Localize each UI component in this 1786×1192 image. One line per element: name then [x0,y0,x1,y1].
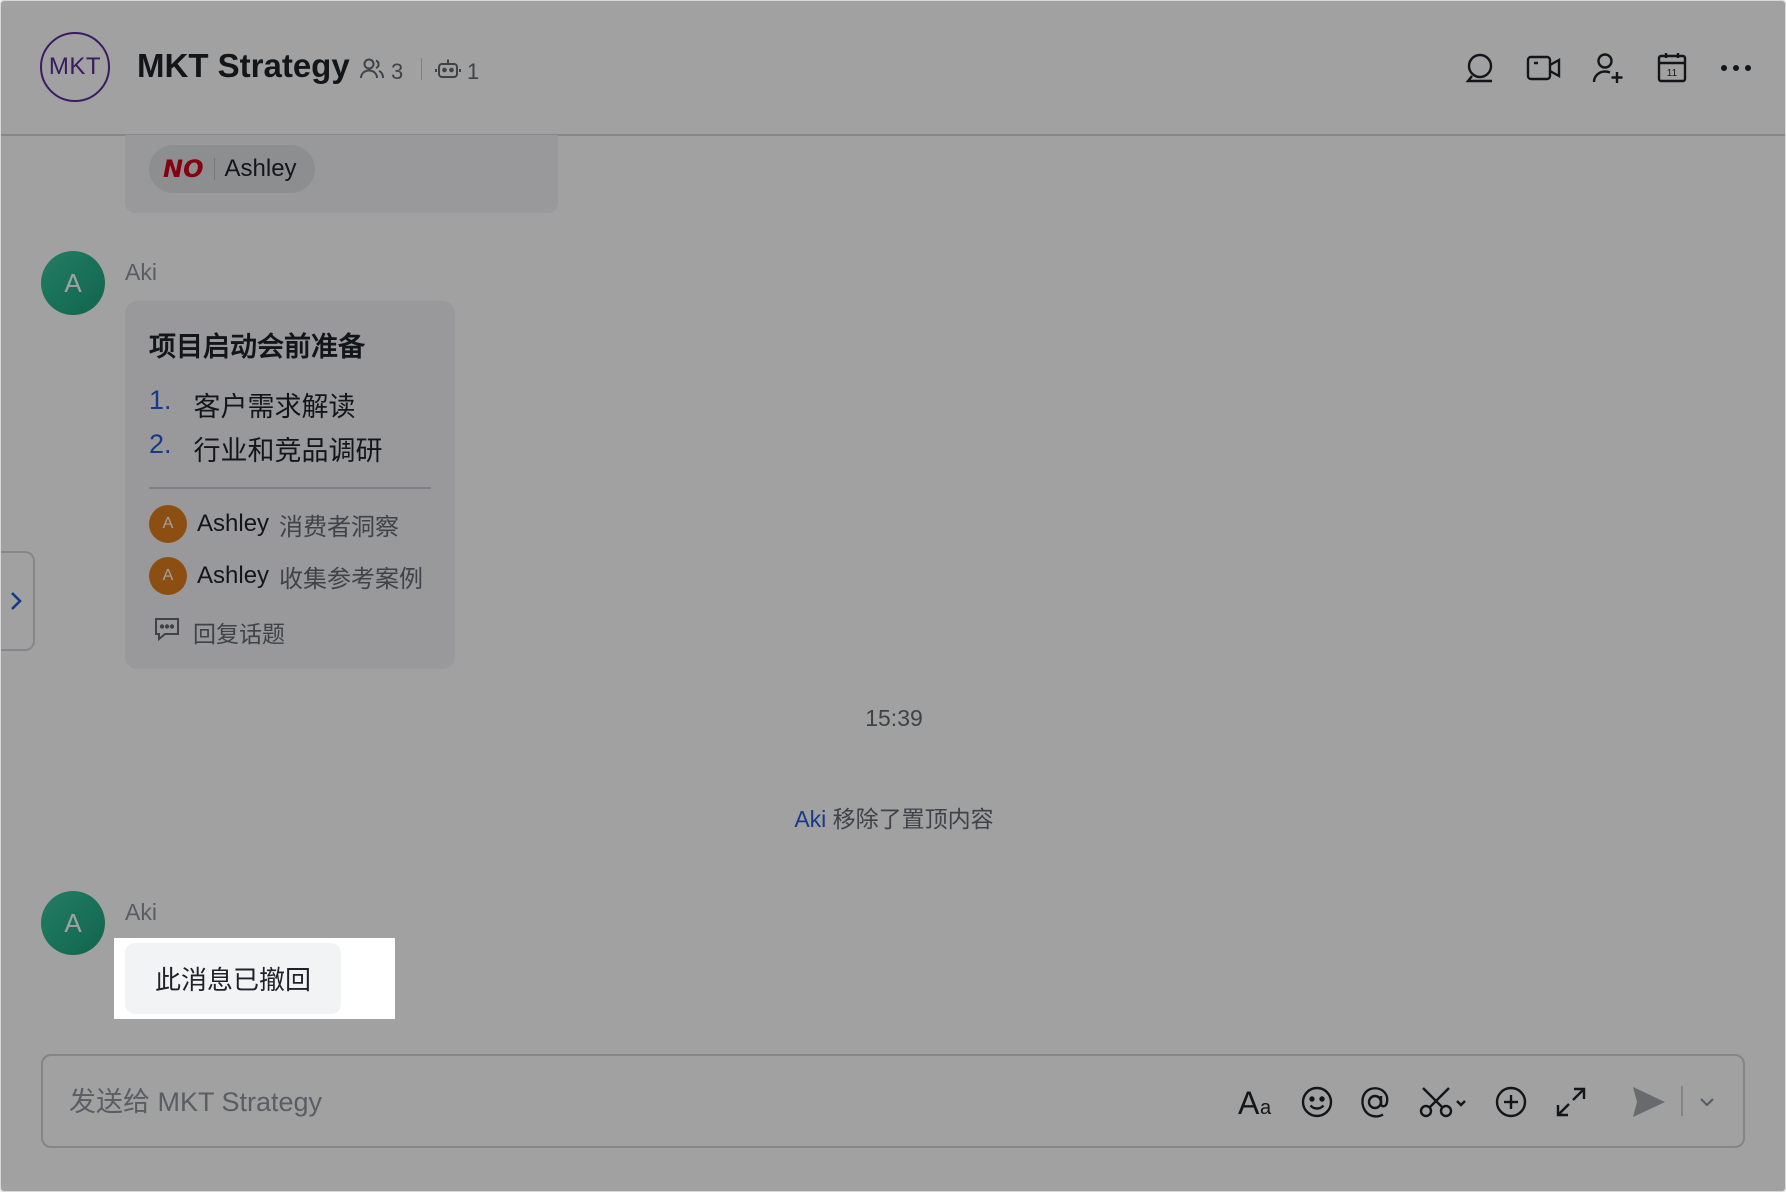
add-icon[interactable] [1491,1082,1531,1122]
list-item: 2. 行业和竞品调研 [149,429,383,468]
video-call-icon[interactable] [1525,49,1563,87]
avatar[interactable]: A [41,251,105,315]
system-message-user[interactable]: Aki [794,806,826,832]
reply-name: Ashley [197,562,270,589]
svg-text:A: A [1238,1085,1260,1119]
reaction-chip[interactable]: NO Ashley [149,145,315,193]
chat-header: MKT MKT Strategy 3 1 11 [1,1,1785,136]
side-panel-toggle[interactable] [1,551,35,651]
system-message: Aki 移除了置顶内容 [1,800,1785,834]
topic-title: 项目启动会前准备 [149,332,365,362]
members-icon [359,57,385,87]
reaction-user: Ashley [224,155,297,182]
recalled-message[interactable]: 此消息已撤回 [125,943,341,1014]
chat-window: MKT MKT Strategy 3 1 11 NO Ashley A Aki … [0,0,1786,1192]
sender-name[interactable]: Aki [125,259,157,286]
screenshot-icon[interactable] [1417,1082,1469,1122]
send-divider [1681,1086,1683,1116]
reply-topic-label: 回复话题 [193,621,285,647]
reply-text: 收集参考案例 [279,565,424,593]
member-count-label: 3 [391,59,404,84]
system-message-text: 移除了置顶内容 [832,806,994,832]
group-title[interactable]: MKT Strategy [137,47,350,85]
bot-count[interactable]: 1 [435,57,479,87]
emoji-icon[interactable] [1297,1082,1337,1122]
search-icon[interactable] [1461,49,1499,87]
reply-row[interactable]: A Ashley 收集参考案例 [149,557,423,595]
topic-card[interactable]: 项目启动会前准备 1. 客户需求解读 2. 行业和竞品调研 A Ashley 消… [125,301,455,669]
chevron-down-icon[interactable] [1695,1082,1719,1122]
list-text: 行业和竞品调研 [193,436,383,466]
reply-text: 消费者洞察 [279,513,400,541]
highlighted-message: 此消息已撤回 [114,938,395,1019]
format-icon[interactable]: A a [1237,1082,1277,1122]
svg-text:a: a [1260,1097,1272,1119]
chip-divider [213,158,215,180]
reply-topic-button[interactable]: 回复话题 [153,615,285,649]
mention-icon[interactable] [1355,1082,1395,1122]
reply-avatar[interactable]: A [149,505,187,543]
add-member-icon[interactable] [1589,49,1627,87]
avatar[interactable]: A [41,891,105,955]
sender-name[interactable]: Aki [125,899,157,926]
list-text: 客户需求解读 [193,392,356,422]
reply-avatar[interactable]: A [149,557,187,595]
send-icon[interactable] [1629,1082,1669,1122]
message-input[interactable] [67,1078,1131,1126]
list-item: 1. 客户需求解读 [149,385,356,424]
reply-row[interactable]: A Ashley 消费者洞察 [149,505,399,543]
bot-count-label: 1 [467,59,480,84]
reply-name: Ashley [197,510,270,537]
previous-message-card[interactable]: NO Ashley [125,135,558,213]
expand-icon[interactable] [1551,1082,1591,1122]
more-icon[interactable] [1717,49,1755,87]
timestamp: 15:39 [865,705,923,731]
chevron-right-icon [11,592,22,610]
group-avatar[interactable]: MKT [40,32,110,102]
no-reaction-icon: NO [163,155,204,183]
list-number: 1. [149,385,172,415]
topic-divider [149,487,431,489]
calendar-icon[interactable]: 11 [1653,49,1691,87]
list-number: 2. [149,429,172,459]
member-count[interactable]: 3 [359,57,403,87]
comment-icon [153,616,181,648]
svg-text:11: 11 [1667,68,1678,79]
message-composer: A a [41,1054,1745,1148]
header-divider [421,58,422,80]
bot-icon [435,57,461,87]
